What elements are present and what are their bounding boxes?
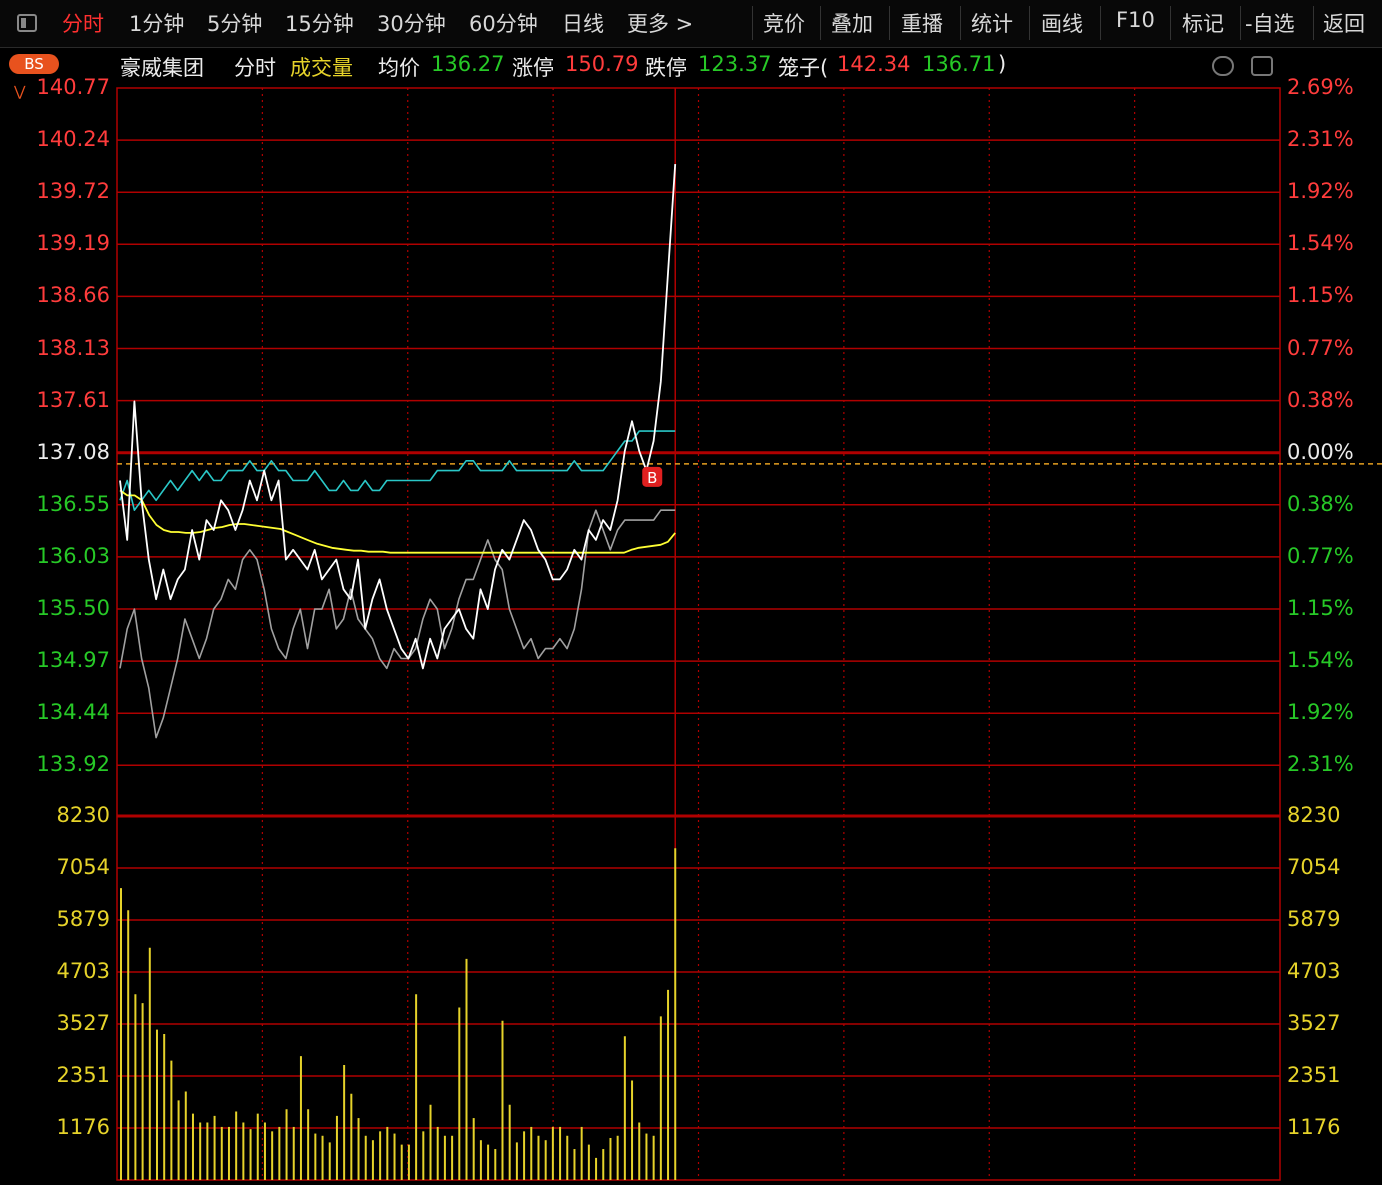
- index-line: [119, 509, 676, 739]
- compare-line: [119, 430, 676, 512]
- buy-marker-label: B: [647, 469, 657, 487]
- buy-marker-icon[interactable]: B: [642, 466, 663, 487]
- intraday-chart[interactable]: B: [0, 0, 1382, 1185]
- price-line: [119, 164, 677, 670]
